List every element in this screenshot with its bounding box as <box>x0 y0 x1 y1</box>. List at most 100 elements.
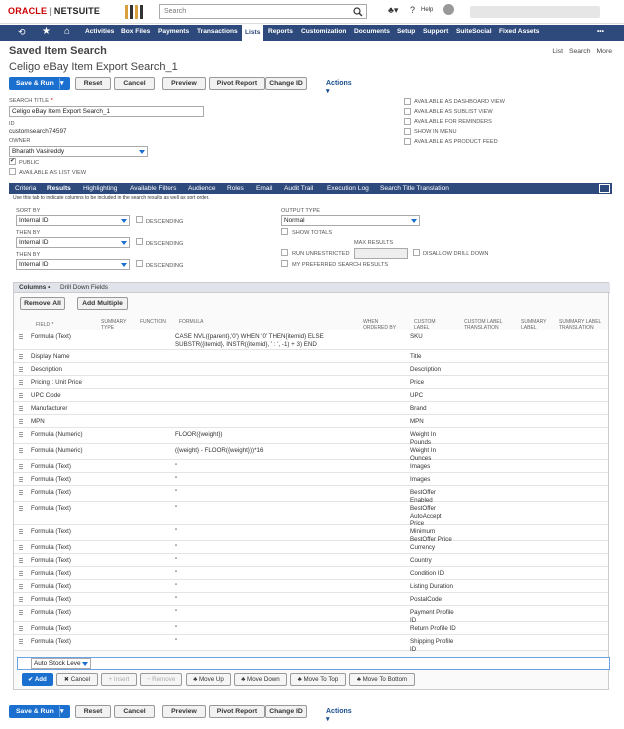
table-row[interactable]: Formula (Text) '' BestOffer Enabled <box>14 486 608 504</box>
sort-by-select[interactable]: Internal ID <box>16 215 130 226</box>
tab-highlighting[interactable]: Highlighting <box>83 185 117 192</box>
nav-customization[interactable]: Customization <box>301 28 346 35</box>
move-up-button[interactable]: ♣ Move Up <box>186 673 231 686</box>
tab-audit-trail[interactable]: Audit Trail <box>284 185 313 192</box>
tab-available-filters[interactable]: Available Filters <box>130 185 176 192</box>
cancel-button-bottom[interactable]: Cancel <box>114 705 155 718</box>
preferred-results-checkbox[interactable] <box>281 260 288 267</box>
drag-handle-icon[interactable] <box>19 380 23 386</box>
tab-criteria[interactable]: Criteria <box>15 185 36 192</box>
home-icon[interactable]: ⌂ <box>64 26 70 37</box>
reset-button[interactable]: Reset <box>75 77 111 90</box>
table-row[interactable]: Formula (Numeric) FLOOR({weight}) Weight I… <box>14 428 608 446</box>
nav-lists[interactable]: Lists <box>242 25 264 41</box>
max-results-input[interactable] <box>354 248 408 259</box>
change-id-button-bottom[interactable]: Change ID <box>265 705 307 718</box>
tab-drill-down-fields[interactable]: Drill Down Fields <box>60 284 108 291</box>
table-row[interactable]: MPN MPN <box>14 415 608 428</box>
change-id-button[interactable]: Change ID <box>265 77 307 90</box>
table-row[interactable]: Formula (Text) CASE NVL({parent},'0') WHE… <box>14 330 608 350</box>
nav-fixed-assets[interactable]: Fixed Assets <box>499 28 539 35</box>
drag-handle-icon[interactable] <box>19 419 23 425</box>
table-row[interactable]: Formula (Text) '' Minimum BestOffer Price <box>14 525 608 543</box>
tab-audience[interactable]: Audience <box>188 185 216 192</box>
drag-handle-icon[interactable] <box>19 448 23 454</box>
help-icon[interactable]: ? <box>410 5 415 15</box>
reset-button-bottom[interactable]: Reset <box>75 705 111 718</box>
new-column-field-select[interactable]: Auto Stock Leve <box>31 658 91 669</box>
nav-payments[interactable]: Payments <box>158 28 189 35</box>
nav-transactions[interactable]: Transactions <box>197 28 238 35</box>
nav-box-files[interactable]: Box Files <box>121 28 150 35</box>
table-row[interactable]: Formula (Text) '' Shipping Profile ID <box>14 635 608 653</box>
drag-handle-icon[interactable] <box>19 597 23 603</box>
table-row[interactable]: Manufacturer Brand <box>14 402 608 415</box>
show-totals-checkbox[interactable] <box>281 228 288 235</box>
drag-handle-icon[interactable] <box>19 545 23 551</box>
tab-execution-log[interactable]: Execution Log <box>327 185 369 192</box>
add-multiple-button[interactable]: Add Multiple <box>77 297 128 310</box>
table-row[interactable]: Formula (Text) '' Images <box>14 473 608 486</box>
table-row[interactable]: Formula (Text) '' Country <box>14 554 608 567</box>
tab-roles[interactable]: Roles <box>227 185 244 192</box>
favorites-icon[interactable]: ★ <box>42 26 51 37</box>
remove-all-button[interactable]: Remove All <box>20 297 65 310</box>
preview-button-bottom[interactable]: Preview <box>162 705 206 718</box>
disallow-drilldown-checkbox[interactable] <box>413 249 420 256</box>
list-view-checkbox[interactable] <box>9 168 16 175</box>
table-row[interactable]: Description Description <box>14 363 608 376</box>
nav-suitesocial[interactable]: SuiteSocial <box>456 28 492 35</box>
recent-records-icon[interactable]: ♣▾ <box>388 5 398 16</box>
nav-more[interactable]: ••• <box>597 28 604 35</box>
drag-handle-icon[interactable] <box>19 571 23 577</box>
table-row[interactable]: Formula (Text) '' Return Profile ID <box>14 622 608 635</box>
descending-checkbox-1[interactable] <box>136 216 143 223</box>
table-row[interactable]: Formula (Text) '' Payment Profile ID <box>14 606 608 624</box>
move-down-button[interactable]: ♣ Move Down <box>234 673 287 686</box>
save-run-button-bottom[interactable]: Save & Run ▾ <box>9 705 70 718</box>
remove-row-button[interactable]: − Remove <box>140 673 182 686</box>
nav-activities[interactable]: Activities <box>85 28 114 35</box>
drag-handle-icon[interactable] <box>19 464 23 470</box>
drag-handle-icon[interactable] <box>19 354 23 360</box>
pivot-report-button-bottom[interactable]: Pivot Report <box>209 705 265 718</box>
cancel-button[interactable]: Cancel <box>114 77 155 90</box>
add-row-button[interactable]: ✔ Add <box>22 673 53 686</box>
drag-handle-icon[interactable] <box>19 490 23 496</box>
save-run-button[interactable]: Save & Run ▾ <box>9 77 70 90</box>
nav-reports[interactable]: Reports <box>268 28 293 35</box>
drag-handle-icon[interactable] <box>19 477 23 483</box>
drag-handle-icon[interactable] <box>19 639 23 645</box>
then-by-select-2[interactable]: Internal ID <box>16 259 130 270</box>
reminders-checkbox[interactable] <box>404 118 411 125</box>
table-row[interactable]: Formula (Text) '' BestOffer AutoAccept Pri… <box>14 502 608 527</box>
table-row[interactable]: Formula (Text) '' Listing Duration <box>14 580 608 593</box>
table-row[interactable]: Formula (Numeric) ({weight} - FLOOR({weig… <box>14 444 608 462</box>
cancel-row-button[interactable]: ✖ Cancel <box>56 673 98 686</box>
public-checkbox[interactable]: ✔ <box>9 158 16 165</box>
table-row[interactable]: Pricing : Unit Price Price <box>14 376 608 389</box>
table-row[interactable]: Display Name Title <box>14 350 608 363</box>
preview-button[interactable]: Preview <box>162 77 206 90</box>
dashboard-view-checkbox[interactable] <box>404 98 411 105</box>
drag-handle-icon[interactable] <box>19 367 23 373</box>
drag-handle-icon[interactable] <box>19 584 23 590</box>
descending-checkbox-2[interactable] <box>136 238 143 245</box>
tab-results[interactable]: Results <box>47 185 71 192</box>
chevron-down-icon[interactable]: ▾ <box>59 78 69 89</box>
insert-row-button[interactable]: + Insert <box>101 673 137 686</box>
history-icon[interactable]: ⟲ <box>18 27 26 38</box>
drag-handle-icon[interactable] <box>19 393 23 399</box>
search-icon[interactable] <box>353 7 363 17</box>
run-unrestricted-checkbox[interactable] <box>281 249 288 256</box>
nav-setup[interactable]: Setup <box>397 28 415 35</box>
avatar[interactable] <box>443 4 454 15</box>
tab-search-title-translation[interactable]: Search Title Translation <box>380 185 449 192</box>
global-search-input[interactable]: Search <box>159 4 367 19</box>
drag-handle-icon[interactable] <box>19 610 23 616</box>
drag-handle-icon[interactable] <box>19 558 23 564</box>
chevron-down-icon[interactable]: ▾ <box>59 706 69 717</box>
table-row[interactable]: Formula (Text) '' PostalCode <box>14 593 608 606</box>
product-feed-checkbox[interactable] <box>404 138 411 145</box>
tab-columns[interactable]: Columns • <box>19 284 50 291</box>
